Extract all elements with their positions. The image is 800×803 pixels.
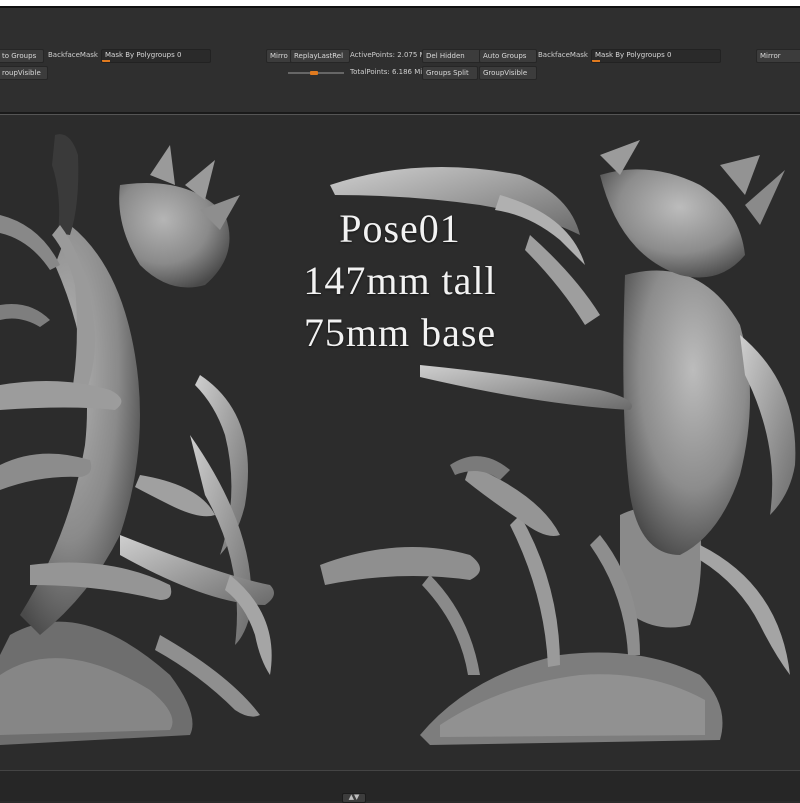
mask-by-polygroups-label: Mask By Polygroups: [595, 51, 667, 59]
replay-last-rel-button[interactable]: ReplayLastRel: [290, 49, 350, 63]
total-points-readout: TotalPoints: 6.186 Mil: [350, 68, 425, 76]
backface-mask-toggle-left[interactable]: BackfaceMask: [48, 49, 98, 61]
mask-by-polygroups-value: 0: [176, 51, 182, 59]
3d-viewport[interactable]: Pose01 147mm tall 75mm base: [0, 115, 800, 770]
mask-by-polygroups-value: 0: [666, 51, 672, 59]
backface-mask-toggle-right[interactable]: BackfaceMask: [538, 49, 588, 61]
mirror-button-right[interactable]: Mirror: [756, 49, 800, 63]
group-visible-button-right[interactable]: GroupVisible: [479, 66, 537, 80]
zbrush-toolbar: to Groups BackfaceMask Mask By Polygroup…: [0, 8, 800, 112]
shelf-toggle-handle[interactable]: ▲▼: [342, 793, 366, 803]
slider-fill: [592, 60, 600, 62]
auto-groups-button-left[interactable]: to Groups: [0, 49, 44, 63]
base-spec: 75mm base: [303, 310, 497, 355]
center-mini-slider-knob[interactable]: [310, 71, 318, 75]
active-points-readout: ActivePoints: 2.075 Mil: [350, 51, 430, 59]
del-hidden-button[interactable]: Del Hidden: [422, 49, 482, 63]
mask-by-polygroups-slider-left[interactable]: Mask By Polygroups 0: [101, 49, 211, 63]
mask-by-polygroups-slider-right[interactable]: Mask By Polygroups 0: [591, 49, 721, 63]
groups-split-button[interactable]: Groups Split: [422, 66, 478, 80]
auto-groups-button-right[interactable]: Auto Groups: [479, 49, 537, 63]
bottom-shelf: ▲▼: [0, 770, 800, 803]
mask-by-polygroups-label: Mask By Polygroups: [105, 51, 177, 59]
group-visible-button-left[interactable]: roupVisible: [0, 66, 48, 80]
height-spec: 147mm tall: [303, 258, 497, 303]
pose-title: Pose01: [339, 206, 461, 251]
slider-fill: [102, 60, 110, 62]
